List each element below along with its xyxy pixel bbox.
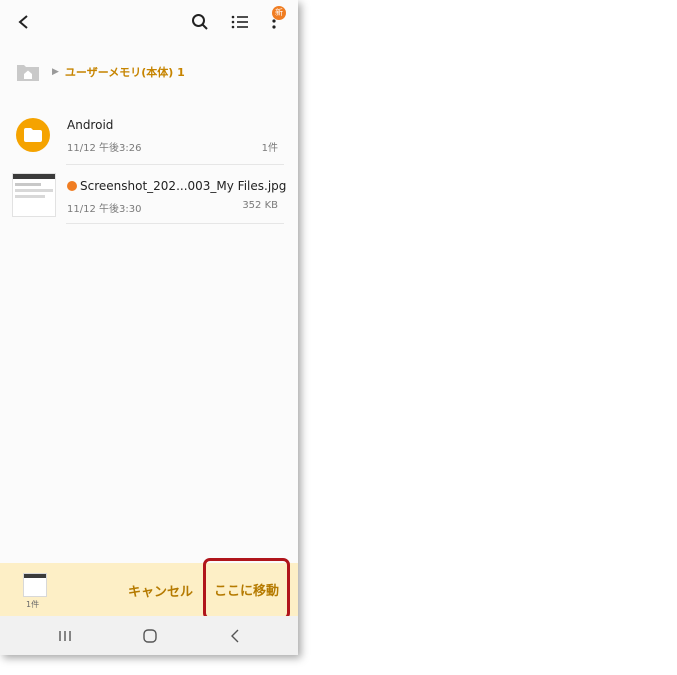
move-here-label: ここに移動: [213, 583, 279, 599]
breadcrumb-path[interactable]: ユーザーメモリ(本体) 1: [65, 64, 185, 80]
image-thumbnail: [12, 173, 56, 217]
search-icon: [192, 14, 208, 30]
cancel-button[interactable]: キャンセル: [128, 581, 193, 600]
file-size: 352 KB: [242, 200, 278, 211]
back-button[interactable]: [10, 8, 38, 36]
system-back-button[interactable]: [221, 624, 249, 648]
file-name: Screenshot_202...003_My Files.jpg: [80, 179, 287, 193]
file-date: 11/12 午後3:30: [67, 204, 142, 215]
list-view-icon: [231, 15, 248, 29]
breadcrumb: ▶ ユーザーメモリ(本体) 1: [14, 58, 294, 86]
search-button[interactable]: [186, 8, 214, 36]
file-date: 11/12 午後3:26: [67, 143, 142, 154]
list-item[interactable]: Screenshot_202...003_My Files.jpg 11/12 …: [0, 165, 298, 223]
back-icon: [231, 629, 239, 643]
list-item[interactable]: Android 11/12 午後3:26 1件: [0, 104, 298, 162]
app-bar: 新: [0, 0, 298, 44]
divider: [66, 223, 284, 224]
recent-apps-button[interactable]: [51, 624, 79, 648]
list-view-button[interactable]: [226, 8, 254, 36]
new-badge: 新: [272, 6, 286, 20]
file-size: 1件: [261, 143, 278, 154]
selected-count: 1件: [26, 600, 40, 609]
home-folder-icon[interactable]: [14, 60, 42, 84]
selected-item-thumbnail: [23, 573, 47, 597]
move-here-button[interactable]: ここに移動: [203, 558, 290, 620]
phone-screen: 新 ▶ ユーザーメモリ(本体) 1 Android 11/12 午後3:26 1…: [0, 0, 298, 655]
breadcrumb-arrow-icon: ▶: [52, 67, 59, 77]
chevron-left-icon: [18, 15, 28, 29]
recent-apps-icon: [59, 631, 71, 641]
system-nav-bar: [0, 616, 298, 655]
file-name: Android: [67, 118, 114, 132]
home-button[interactable]: [136, 624, 164, 648]
image-type-icon: [67, 181, 77, 191]
folder-icon: [16, 118, 50, 152]
home-icon: [143, 629, 157, 643]
